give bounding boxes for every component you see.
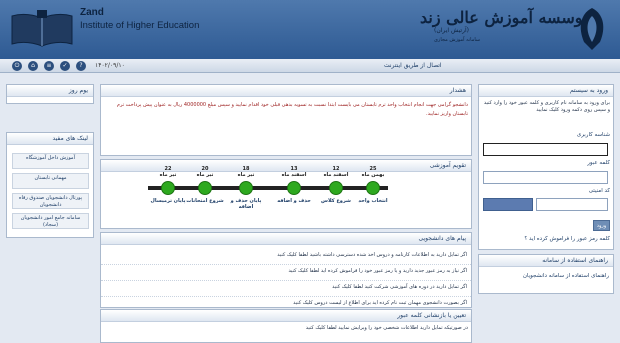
institute-english: Institute of Higher Education (80, 20, 200, 31)
brand-persian: موسسه آموزش عالی زند (420, 8, 592, 27)
student-messages-title: پیام های دانشجویی (101, 233, 471, 245)
news-text: دانشجو گرامی جهت انجام انتخاب واحد ترم ت… (116, 102, 468, 117)
home-icon[interactable]: ⌂ (28, 61, 38, 71)
event-date: 13 اسفند ماه (281, 166, 307, 178)
check-icon[interactable]: ✓ (60, 61, 70, 71)
event-label: پایان حذف و اضافه (230, 198, 262, 210)
power-icon[interactable]: ⏻ (12, 61, 22, 71)
timeline-dot (329, 181, 343, 195)
timeline-dot (198, 181, 212, 195)
news-panel: هشدار دانشجو گرامی جهت انجام انتخاب واحد… (100, 84, 472, 156)
captcha-input[interactable] (536, 198, 608, 211)
brand-english: Zand (80, 7, 104, 18)
current-date: ۱۴۰۲/۰۹/۱۰ (95, 62, 125, 69)
password-label: کلمه عبور (587, 160, 610, 166)
event-date: 22 تیر ماه (159, 166, 177, 178)
password-input[interactable] (483, 171, 608, 184)
document-icon[interactable]: ≡ (44, 61, 54, 71)
event-label: شروع کلاس (321, 198, 351, 204)
login-intro: برای ورود به سامانه نام کاربری و کلمه عب… (483, 100, 610, 113)
login-button[interactable]: ورود (593, 220, 610, 231)
help-link[interactable]: راهنمای استفاده از سامانه دانشجویان (483, 273, 609, 279)
password-title: تعیین یا بازنشانی کلمه عبور (101, 310, 471, 322)
help-panel: راهنمای استفاده از سامانه راهنمای استفاد… (478, 254, 614, 294)
captcha-image (483, 198, 533, 211)
top-toolbar: ⏻ ⌂ ≡ ✓ ? ۱۴۰۲/۰۹/۱۰ اتصال از طریق اینتر… (0, 59, 620, 73)
today-title: یوم روز (7, 85, 93, 97)
timeline-dot (239, 181, 253, 195)
event-date: 20 تیر ماه (196, 166, 214, 178)
event-label: حذف و اضافه (277, 198, 311, 204)
internet-connection-link[interactable]: اتصال از طریق اینترنت (384, 62, 442, 69)
news-title: هشدار (101, 85, 471, 97)
header-subtitle-2: سامانه آموزش مجازی (434, 37, 481, 43)
site-header: Zand Institute of Higher Education موسسه… (0, 0, 620, 59)
timeline-dot (366, 181, 380, 195)
event-label: پایان ترمیسال (150, 198, 186, 204)
book-logo-icon (11, 10, 73, 47)
forgot-password-link[interactable]: کلمه رمز عبور را فراموش کرده اید ؟ (488, 236, 610, 242)
links-title: لینک های مفید (7, 133, 93, 145)
username-input[interactable] (483, 143, 608, 156)
password-panel: تعیین یا بازنشانی کلمه عبور در صورتیکه ت… (100, 309, 472, 343)
event-date: 18 تیر ماه (237, 166, 255, 178)
link-item[interactable]: مهمانی تابستان (12, 173, 89, 189)
link-item[interactable]: آموزش داخل آموزشگاه (12, 153, 89, 169)
timeline-dot (287, 181, 301, 195)
link-item[interactable]: پورتال دانشجویان صندوق رفاه دانشجویان (12, 193, 89, 209)
timeline-dot (161, 181, 175, 195)
useful-links-panel: لینک های مفید آموزش داخل آموزشگاه مهمانی… (6, 132, 94, 238)
today-panel: یوم روز (6, 84, 94, 104)
emblem-icon (580, 8, 604, 50)
help-icon[interactable]: ? (76, 61, 86, 71)
captcha-label: کد امنیتی (588, 188, 610, 194)
help-title: راهنمای استفاده از سامانه (479, 255, 613, 267)
password-text: در صورتیکه تمایل دارید اطلاعات شخصی خود … (305, 325, 468, 331)
link-item[interactable]: سامانه جامع امور دانشجویان (سجاد) (12, 213, 89, 229)
event-date: 12 اسفند ماه (323, 166, 349, 178)
event-date: 25 بهمن ماه (361, 166, 385, 178)
timeline-line (148, 186, 388, 190)
header-subtitle: (آرتیش ایران) (434, 27, 470, 34)
username-label: شناسه کاربری (576, 132, 610, 138)
student-messages-panel: پیام های دانشجویی اگر تمایل دارید به اطل… (100, 232, 472, 308)
login-title: ورود به سیستم (479, 85, 613, 97)
